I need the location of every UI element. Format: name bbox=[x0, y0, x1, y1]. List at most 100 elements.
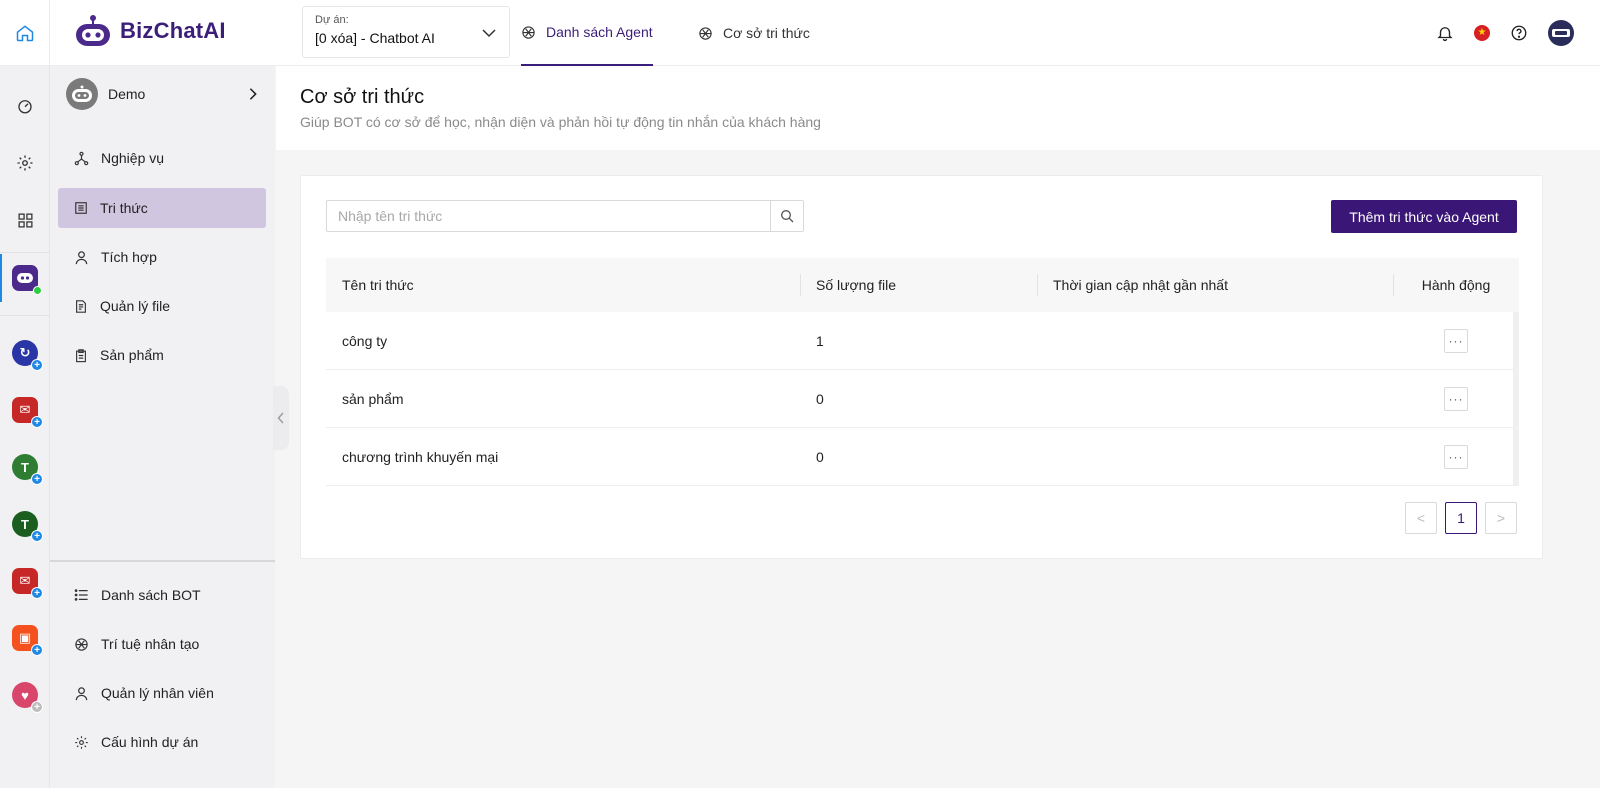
user-avatar[interactable] bbox=[1548, 20, 1574, 46]
page-header: Cơ sở tri thức Giúp BOT có cơ sở để học,… bbox=[276, 66, 1600, 150]
sidebar-item-label: Cấu hình dự án bbox=[101, 734, 199, 750]
sidebar-collapse-handle[interactable] bbox=[273, 386, 289, 450]
file-icon bbox=[76, 299, 86, 313]
sidebar-item-bot-list[interactable]: Danh sách BOT bbox=[58, 575, 266, 615]
column-header-file-count: Số lượng file bbox=[800, 258, 1037, 312]
rail-app-green-2[interactable]: T + bbox=[0, 504, 50, 544]
bell-icon[interactable] bbox=[1436, 24, 1454, 42]
chevron-left-icon bbox=[277, 412, 284, 424]
table-row: công ty 1 ··· bbox=[326, 312, 1519, 370]
rail-app-blue[interactable]: ↻ + bbox=[0, 333, 50, 373]
more-actions-button[interactable]: ··· bbox=[1444, 328, 1468, 353]
table-row: chương trình khuyến mại 0 ··· bbox=[326, 428, 1519, 486]
cell-actions: ··· bbox=[1393, 428, 1519, 486]
sidebar-item-label: Tích hợp bbox=[101, 249, 157, 265]
rail-app-bizchat[interactable] bbox=[0, 258, 50, 298]
rail-apps[interactable] bbox=[0, 200, 50, 240]
add-icon: + bbox=[31, 473, 43, 485]
app-logo[interactable]: BizChatAI bbox=[74, 14, 226, 48]
rail-app-mail[interactable]: ✉ + bbox=[0, 390, 50, 430]
openai-icon bbox=[522, 25, 535, 39]
sidebar-item-integration[interactable]: Tích hợp bbox=[58, 237, 266, 277]
sidebar-item-knowledge[interactable]: Tri thức bbox=[58, 188, 266, 228]
column-header-label: Hành động bbox=[1421, 277, 1491, 293]
sidebar-item-ai[interactable]: Trí tuệ nhân tạo bbox=[58, 624, 266, 664]
help-icon[interactable] bbox=[1510, 24, 1528, 42]
add-icon: + bbox=[31, 359, 43, 371]
vietnam-flag-icon[interactable]: ★ bbox=[1474, 25, 1490, 41]
more-actions-button[interactable]: ··· bbox=[1444, 444, 1468, 469]
tab-label: Cơ sở tri thức bbox=[723, 25, 810, 41]
cell-file-count: 0 bbox=[816, 448, 824, 465]
table-scrollbar[interactable] bbox=[1513, 312, 1519, 486]
avatar-logo-icon bbox=[1552, 29, 1570, 37]
sidebar-item-project-config[interactable]: Cấu hình dự án bbox=[58, 722, 266, 762]
cell-updated bbox=[1037, 370, 1393, 428]
pagination-next-button[interactable]: > bbox=[1485, 502, 1517, 534]
add-icon: + bbox=[31, 530, 43, 542]
search-icon bbox=[781, 210, 794, 223]
cell-name: chương trình khuyến mại bbox=[342, 448, 499, 465]
chevron-right-icon bbox=[249, 88, 257, 100]
rail-app-mail-2[interactable]: ✉ + bbox=[0, 561, 50, 601]
search-input[interactable] bbox=[327, 201, 767, 231]
clipboard-icon bbox=[76, 348, 86, 362]
sidebar-item-label: Nghiệp vụ bbox=[101, 150, 165, 166]
sidebar-item-label: Danh sách BOT bbox=[101, 587, 201, 603]
blue-app-icon: ↻ + bbox=[12, 340, 43, 371]
add-icon: + bbox=[31, 701, 43, 713]
table-row: sản phẩm 0 ··· bbox=[326, 370, 1519, 428]
bot-logo-icon bbox=[76, 15, 110, 46]
book-icon bbox=[75, 202, 87, 214]
grid-icon bbox=[17, 212, 33, 228]
bot-selector[interactable]: Demo bbox=[66, 78, 266, 110]
rail-app-green[interactable]: T + bbox=[0, 447, 50, 487]
bot-name: Demo bbox=[108, 86, 146, 102]
sidebar-item-label: Trí tuệ nhân tạo bbox=[101, 636, 200, 652]
column-header-label: Số lượng file bbox=[816, 277, 897, 293]
sidebar-item-staff[interactable]: Quản lý nhân viên bbox=[58, 673, 266, 713]
chevron-down-icon bbox=[482, 29, 496, 38]
column-header-actions: Hành động bbox=[1393, 258, 1519, 312]
search-button[interactable] bbox=[770, 201, 803, 231]
rail-dashboard[interactable] bbox=[0, 86, 50, 126]
tab-knowledge-base[interactable]: Cơ sở tri thức bbox=[698, 0, 810, 66]
cell-actions: ··· bbox=[1393, 312, 1519, 370]
app-rail: ↻ + ✉ + T + T + ✉ + ▣ + ♥ + bbox=[0, 66, 50, 788]
sidebar-item-label: Sản phẩm bbox=[100, 347, 164, 363]
more-actions-button[interactable]: ··· bbox=[1444, 386, 1468, 411]
tab-agent-list[interactable]: Danh sách Agent bbox=[521, 0, 653, 66]
page-subtitle: Giúp BOT có cơ sở để học, nhận diện và p… bbox=[300, 114, 821, 130]
rail-settings[interactable] bbox=[0, 143, 50, 183]
table-header: Tên tri thức Số lượng file Thời gian cập… bbox=[326, 258, 1519, 312]
sidebar-item-business[interactable]: Nghiệp vụ bbox=[58, 138, 266, 178]
cell-name: công ty bbox=[342, 332, 388, 349]
home-button[interactable] bbox=[0, 0, 50, 66]
add-icon: + bbox=[31, 587, 43, 599]
sidebar-item-products[interactable]: Sản phẩm bbox=[58, 335, 266, 375]
sidebar-item-file-management[interactable]: Quản lý file bbox=[58, 286, 266, 326]
add-knowledge-button[interactable]: Thêm tri thức vào Agent bbox=[1331, 200, 1517, 233]
bot-avatar-icon bbox=[66, 78, 98, 110]
add-icon: + bbox=[31, 644, 43, 656]
ai-icon bbox=[75, 637, 88, 651]
project-selector[interactable]: Dự án: [0 xóa] - Chatbot AI bbox=[302, 6, 510, 58]
mail-app-icon: ✉ + bbox=[12, 397, 43, 428]
rail-app-pink[interactable]: ♥ + bbox=[0, 675, 50, 715]
column-header-updated: Thời gian cập nhật gần nhất bbox=[1037, 258, 1393, 312]
mail-app-icon: ✉ + bbox=[12, 568, 43, 599]
sidebar: Demo Nghiệp vụ Tri thức Tích hợp Quản lý… bbox=[50, 66, 275, 788]
top-bar: BizChatAI Dự án: [0 xóa] - Chatbot AI Da… bbox=[0, 0, 1600, 66]
column-header-name: Tên tri thức bbox=[342, 277, 414, 293]
pagination-page-1[interactable]: 1 bbox=[1445, 502, 1477, 534]
cell-name: sản phẩm bbox=[342, 390, 404, 407]
pagination-prev-button[interactable]: < bbox=[1405, 502, 1437, 534]
project-label: Dự án: bbox=[315, 14, 349, 26]
add-icon: + bbox=[31, 416, 43, 428]
rail-app-shop[interactable]: ▣ + bbox=[0, 618, 50, 658]
search-box bbox=[326, 200, 804, 232]
openai-icon bbox=[699, 26, 712, 40]
shop-app-icon: ▣ + bbox=[12, 625, 43, 656]
cell-file-count: 1 bbox=[816, 332, 824, 349]
project-value: [0 xóa] - Chatbot AI bbox=[315, 30, 435, 46]
